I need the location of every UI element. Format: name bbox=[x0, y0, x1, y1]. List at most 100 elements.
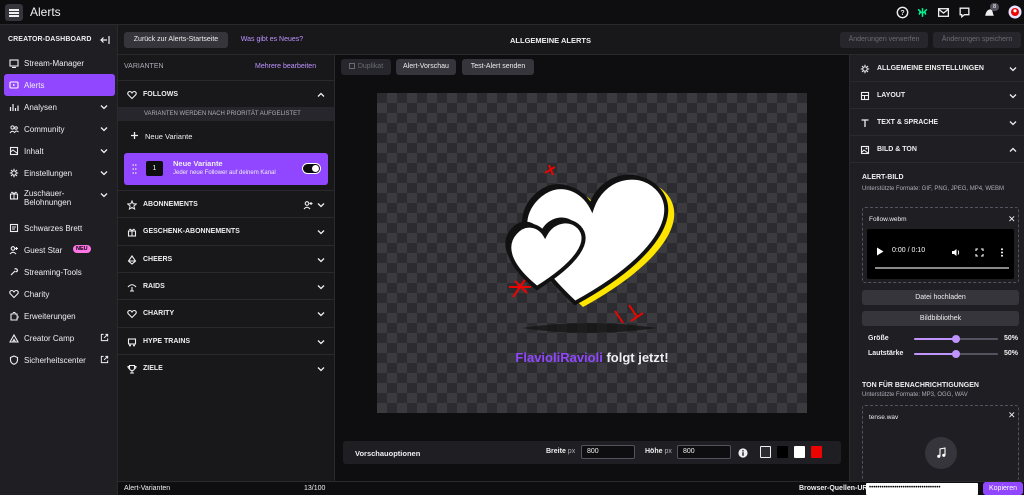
sidebar-item-community[interactable]: Community bbox=[4, 118, 115, 140]
volume-value: 50% bbox=[1003, 350, 1018, 357]
category-follows[interactable]: FOLLOWS bbox=[118, 80, 334, 107]
category-charity[interactable]: CHARITY bbox=[118, 299, 334, 326]
category-label: FOLLOWS bbox=[143, 91, 178, 98]
avatar[interactable] bbox=[1008, 5, 1022, 19]
background-swatch[interactable] bbox=[760, 446, 771, 458]
preview-options-label: Vorschauoptionen bbox=[355, 449, 421, 458]
menu-icon[interactable] bbox=[5, 4, 23, 21]
size-slider-handle[interactable] bbox=[952, 335, 960, 343]
video-player[interactable]: 0:00 / 0:10 bbox=[867, 229, 1014, 279]
hype-train-icon bbox=[127, 337, 137, 346]
category-abonnements[interactable]: ABONNEMENTS bbox=[118, 190, 334, 217]
height-input[interactable]: 800 bbox=[677, 445, 731, 459]
sound-header: TON FÜR BENACHRICHTIGUNGEN bbox=[862, 382, 979, 389]
settings-panel: ALLGEMEINE EINSTELLUNGEN LAYOUT TEXT & SPR… bbox=[849, 55, 1024, 481]
hearts-image bbox=[505, 164, 675, 333]
sidebar-item-sicherheitscenter[interactable]: Sicherheitscenter bbox=[4, 349, 115, 371]
sidebar-item-creator-camp[interactable]: Creator Camp bbox=[4, 327, 115, 349]
category-cheers[interactable]: CHEERS bbox=[118, 244, 334, 272]
sidebar-item-alerts[interactable]: Alerts bbox=[4, 74, 115, 96]
preview-options: Vorschauoptionen Breite px 800 Höhe px 8… bbox=[343, 441, 841, 464]
duplicate-button[interactable]: Duplikat bbox=[341, 59, 391, 75]
copy-button[interactable]: Kopieren bbox=[983, 482, 1023, 495]
variant-toggle[interactable] bbox=[302, 163, 321, 174]
app-title: Alerts bbox=[30, 5, 61, 19]
background-swatch[interactable] bbox=[811, 446, 822, 458]
follow-message: FlavioliRavioli folgt jetzt! bbox=[377, 350, 807, 365]
section-text-sprache[interactable]: TEXT & SPRACHE bbox=[850, 109, 1024, 136]
background-swatch[interactable] bbox=[777, 446, 788, 458]
sidebar-item-einstellungen[interactable]: Einstellungen bbox=[4, 162, 115, 184]
remove-media-icon[interactable]: ✕ bbox=[1008, 214, 1016, 225]
category-hype-trains[interactable]: HYPE TRAINS bbox=[118, 326, 334, 354]
alert-preview-button[interactable]: Alert-Vorschau bbox=[396, 59, 456, 75]
drag-handle-icon[interactable] bbox=[132, 163, 137, 175]
whats-new-link[interactable]: Was gibt es Neues? bbox=[236, 32, 308, 48]
sidebar-item-zuschauer-belohnungen[interactable]: Zuschauer- Belohnungen bbox=[4, 184, 115, 212]
media-file-name: Follow.webm bbox=[869, 216, 907, 223]
new-variant-button[interactable]: Neue Variante bbox=[145, 132, 192, 141]
fullscreen-icon[interactable] bbox=[975, 248, 984, 257]
chevron-down-icon bbox=[317, 339, 325, 344]
category-raids[interactable]: RAIDS bbox=[118, 271, 334, 299]
category-ziele[interactable]: ZIELE bbox=[118, 353, 334, 381]
gear-icon bbox=[860, 64, 870, 74]
size-slider[interactable] bbox=[914, 335, 998, 343]
sidebar-item-stream-manager[interactable]: Stream-Manager bbox=[4, 52, 115, 74]
width-input[interactable]: 800 bbox=[581, 445, 635, 459]
player-progress-bar[interactable] bbox=[875, 267, 1009, 269]
variants-count: 13/100 bbox=[304, 485, 326, 492]
variant-description: Jeder neue Follower auf deinem Kanal bbox=[173, 170, 276, 176]
chevron-down-icon bbox=[100, 149, 108, 154]
section-layout[interactable]: LAYOUT bbox=[850, 82, 1024, 109]
chevron-up-icon bbox=[1009, 147, 1017, 152]
collapse-icon[interactable] bbox=[100, 35, 110, 45]
alert-image-formats: Unterstützte Formate: GIF, PNG, JPEG, MP… bbox=[862, 186, 1005, 192]
sidebar-item-guest-star[interactable]: Guest Star NEU bbox=[4, 239, 115, 261]
image-library-button[interactable]: Bildbibliothek bbox=[862, 311, 1019, 326]
sidebar-item-label: Streaming-Tools bbox=[24, 268, 82, 277]
volume-icon[interactable] bbox=[951, 248, 960, 257]
plus-icon[interactable] bbox=[130, 131, 139, 140]
sidebar-item-label: Alerts bbox=[24, 81, 45, 90]
category-geschenk-abonnements[interactable]: GESCHENK-ABONNEMENTS bbox=[118, 217, 334, 244]
sidebar-item-schwarzes-brett[interactable]: Schwarzes Brett bbox=[4, 217, 115, 239]
alert-image-header: ALERT-BILD bbox=[862, 174, 904, 181]
browser-source-url[interactable]: •••••••••••••••••••••••••••••••••• bbox=[866, 483, 978, 495]
back-button[interactable]: Zurück zur Alerts-Startseite bbox=[124, 32, 228, 48]
inbox-icon[interactable] bbox=[937, 6, 950, 19]
volume-slider-fill bbox=[914, 353, 956, 355]
variant-priority-number: 1 bbox=[146, 161, 163, 176]
sidebar-item-label: Stream-Manager bbox=[24, 59, 85, 68]
volume-slider-handle[interactable] bbox=[952, 350, 960, 358]
help-icon[interactable]: ? bbox=[896, 6, 909, 19]
info-icon[interactable] bbox=[738, 448, 748, 458]
category-label: CHARITY bbox=[143, 310, 175, 318]
background-swatch[interactable] bbox=[794, 446, 805, 458]
discard-changes-button[interactable]: Änderungen verwerfen bbox=[840, 32, 928, 48]
sidebar-item-analysen[interactable]: Analysen bbox=[4, 96, 115, 118]
charity-icon bbox=[127, 310, 137, 319]
remove-sound-icon[interactable]: ✕ bbox=[1008, 410, 1016, 421]
sidebar-item-streaming-tools[interactable]: Streaming-Tools bbox=[4, 261, 115, 283]
sidebar-item-inhalt[interactable]: Inhalt bbox=[4, 140, 115, 162]
sound-card: tense.wav ✕ bbox=[862, 405, 1019, 481]
section-allgemeine-einstellungen[interactable]: ALLGEMEINE EINSTELLUNGEN bbox=[850, 55, 1024, 82]
add-user-icon[interactable] bbox=[303, 200, 313, 210]
sound-preview-button[interactable] bbox=[925, 437, 957, 469]
variant-card[interactable]: 1 Neue Variante Jeder neue Follower auf … bbox=[124, 153, 328, 185]
volume-slider[interactable] bbox=[914, 350, 998, 358]
upload-file-button[interactable]: Datei hochladen bbox=[862, 290, 1019, 305]
chat-icon[interactable] bbox=[958, 6, 971, 19]
chevron-down-icon bbox=[100, 105, 108, 110]
section-bild-ton[interactable]: BILD & TON bbox=[850, 136, 1024, 163]
more-options-icon[interactable] bbox=[1000, 248, 1004, 257]
crown-icon[interactable] bbox=[916, 6, 929, 19]
test-alert-button[interactable]: Test-Alert senden bbox=[462, 59, 534, 75]
save-changes-button[interactable]: Änderungen speichern bbox=[933, 32, 1021, 48]
play-icon[interactable] bbox=[876, 247, 884, 256]
edit-multiple-link[interactable]: Mehrere bearbeiten bbox=[255, 63, 316, 70]
sidebar-item-charity[interactable]: Charity bbox=[4, 283, 115, 305]
sidebar-item-erweiterungen[interactable]: Erweiterungen bbox=[4, 305, 115, 327]
sidebar-item-label: Community bbox=[24, 125, 65, 134]
